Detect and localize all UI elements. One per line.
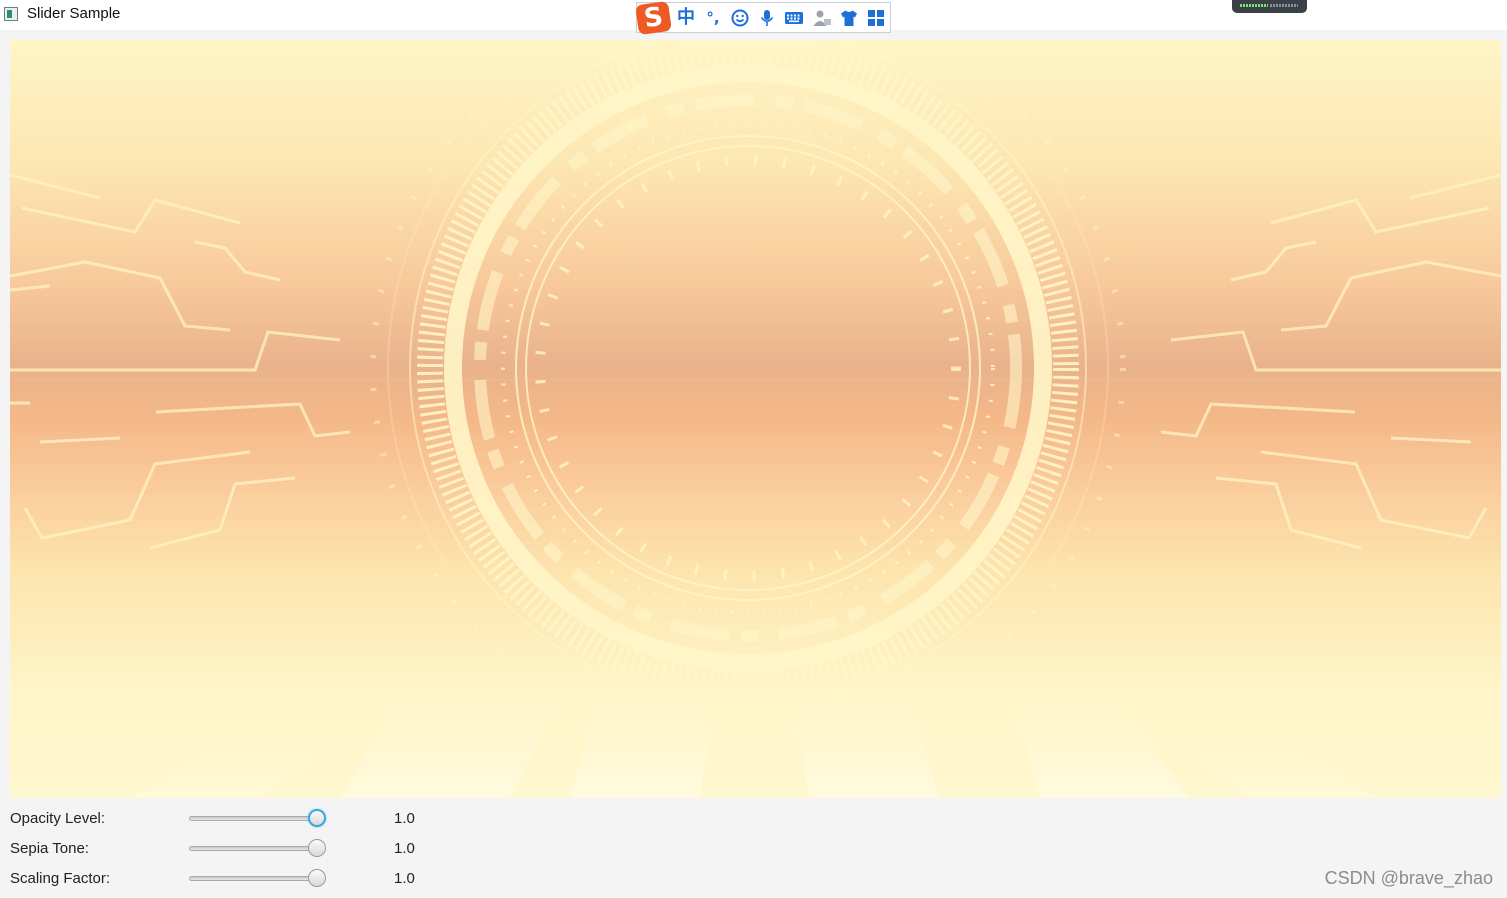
chinese-mode-icon[interactable]: 中 bbox=[675, 7, 697, 29]
sogou-logo-icon[interactable]: S bbox=[635, 0, 672, 36]
scaling-label: Scaling Factor: bbox=[10, 870, 111, 887]
opacity-value: 1.0 bbox=[394, 810, 415, 827]
slider-thumb[interactable] bbox=[308, 869, 326, 887]
slider-track[interactable] bbox=[189, 846, 326, 851]
opacity-slider[interactable] bbox=[189, 808, 326, 830]
toolbox-grid-icon[interactable] bbox=[865, 7, 887, 29]
opacity-label: Opacity Level: bbox=[10, 810, 106, 827]
window-title: Slider Sample bbox=[27, 5, 121, 22]
tech-background-image bbox=[10, 40, 1501, 798]
emoji-icon[interactable] bbox=[729, 7, 751, 29]
slider-track[interactable] bbox=[189, 816, 326, 821]
scaling-value: 1.0 bbox=[394, 870, 415, 887]
keyboard-icon[interactable] bbox=[783, 7, 805, 29]
app-icon bbox=[4, 7, 18, 21]
slider-track[interactable] bbox=[189, 876, 326, 881]
slider-thumb[interactable] bbox=[308, 809, 326, 827]
scaling-slider[interactable] bbox=[189, 868, 326, 890]
sepia-value: 1.0 bbox=[394, 840, 415, 857]
microphone-icon[interactable] bbox=[756, 7, 778, 29]
system-tray-widget bbox=[1232, 0, 1307, 13]
watermark: CSDN @brave_zhao bbox=[1324, 868, 1493, 888]
sepia-label: Sepia Tone: bbox=[10, 840, 89, 857]
skin-shirt-icon[interactable] bbox=[838, 7, 860, 29]
ime-toolbar: S 中 °, bbox=[635, 0, 891, 36]
slider-thumb[interactable] bbox=[308, 839, 326, 857]
image-view bbox=[10, 40, 1501, 798]
user-icon[interactable] bbox=[811, 7, 833, 29]
sepia-slider[interactable] bbox=[189, 838, 326, 860]
punctuation-icon[interactable]: °, bbox=[702, 7, 724, 29]
